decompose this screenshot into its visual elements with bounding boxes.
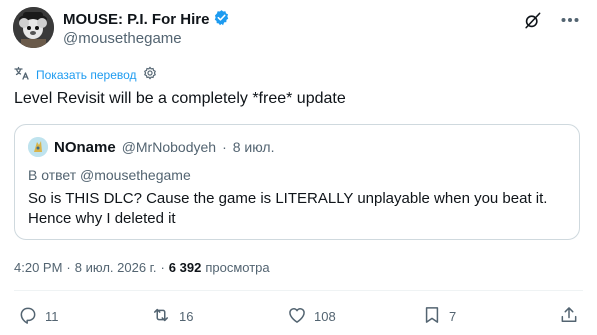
like-button[interactable]: 108 bbox=[287, 305, 336, 328]
tweet-meta: 4:20 PM · 8 июл. 2026 г. · 6 392 просмот… bbox=[14, 260, 270, 275]
views-label: просмотра bbox=[205, 260, 270, 275]
action-bar: 11 16 108 7 bbox=[14, 305, 583, 331]
tweet-date[interactable]: 8 июл. 2026 г. bbox=[75, 260, 157, 275]
share-button[interactable] bbox=[559, 305, 579, 328]
repost-count: 16 bbox=[179, 309, 194, 324]
share-icon bbox=[559, 305, 579, 328]
views-count: 6 392 bbox=[168, 260, 202, 275]
meta-separator: · bbox=[66, 260, 71, 275]
author-display-name[interactable]: MOUSE: P.I. For Hire bbox=[63, 11, 209, 28]
quoted-author-handle: @MrNobodyeh bbox=[121, 139, 217, 155]
repost-button[interactable]: 16 bbox=[150, 305, 193, 328]
quoted-author-avatar bbox=[28, 137, 48, 157]
translate-settings-icon[interactable] bbox=[143, 66, 157, 83]
bookmark-icon bbox=[422, 305, 442, 328]
top-right-actions bbox=[522, 10, 580, 30]
like-icon bbox=[287, 305, 307, 328]
reply-icon bbox=[18, 305, 38, 328]
quoted-date: 8 июл. bbox=[232, 139, 275, 155]
quoted-author-name: NOname bbox=[54, 138, 116, 156]
reply-button[interactable]: 11 bbox=[18, 305, 59, 328]
quoted-separator: · bbox=[222, 139, 227, 155]
translate-row: Показать перевод bbox=[14, 66, 157, 83]
meta-separator-2: · bbox=[160, 260, 165, 275]
author-handle[interactable]: @mousethegame bbox=[63, 30, 182, 47]
quoted-tweet[interactable]: NOname @MrNobodyeh · 8 июл. В ответ @mou… bbox=[14, 124, 580, 240]
tweet-text: Level Revisit will be a completely *free… bbox=[14, 90, 346, 107]
bookmark-button[interactable]: 7 bbox=[422, 305, 456, 328]
reply-count: 11 bbox=[45, 309, 59, 324]
quoted-tweet-header: NOname @MrNobodyeh · 8 июл. bbox=[28, 137, 274, 157]
author-avatar[interactable] bbox=[13, 7, 54, 48]
verified-badge-icon bbox=[213, 9, 230, 30]
translate-icon bbox=[14, 66, 30, 83]
repost-icon bbox=[150, 305, 172, 328]
quoted-reply-to: В ответ @mousethegame bbox=[28, 167, 191, 183]
like-count: 108 bbox=[314, 309, 336, 324]
tweet-time[interactable]: 4:20 PM bbox=[14, 260, 62, 275]
more-icon[interactable] bbox=[560, 10, 580, 30]
grok-icon[interactable] bbox=[522, 10, 542, 30]
quoted-tweet-text: So is THIS DLC? Cause the game is LITERA… bbox=[28, 190, 548, 227]
divider bbox=[14, 290, 583, 291]
bookmark-count: 7 bbox=[449, 309, 457, 324]
author-display-name-row[interactable]: MOUSE: P.I. For Hire bbox=[63, 9, 230, 30]
translate-link[interactable]: Показать перевод bbox=[36, 68, 137, 82]
